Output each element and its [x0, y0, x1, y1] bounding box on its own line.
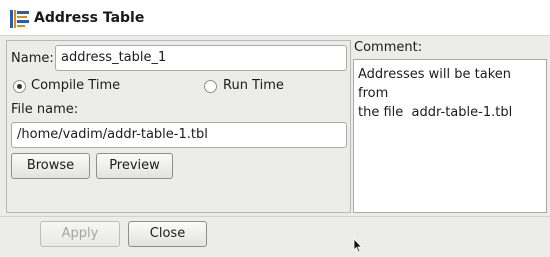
compile-time-label[interactable]: Compile Time	[31, 78, 120, 93]
radio-selected-dot	[17, 84, 22, 89]
preview-button[interactable]: Preview	[96, 153, 173, 179]
address-table-icon	[10, 10, 29, 28]
run-time-label[interactable]: Run Time	[223, 78, 284, 93]
file-name-input[interactable]: /home/vadim/addr-table-1.tbl	[11, 122, 347, 148]
mouse-cursor-icon	[353, 238, 363, 253]
comment-label: Comment:	[354, 40, 423, 55]
run-time-radio[interactable]	[204, 80, 217, 93]
footer-divider	[0, 216, 550, 217]
title-bar: Address Table	[0, 0, 550, 36]
compile-time-radio[interactable]	[13, 80, 26, 93]
name-label: Name:	[11, 51, 54, 66]
browse-button[interactable]: Browse	[11, 153, 90, 179]
dialog-title: Address Table	[34, 10, 145, 26]
address-table-dialog: Address Table Name: address_table_1 Comp…	[0, 0, 550, 257]
name-input[interactable]: address_table_1	[55, 45, 347, 71]
apply-button[interactable]: Apply	[40, 221, 120, 247]
file-name-label: File name:	[11, 102, 79, 117]
close-button[interactable]: Close	[128, 221, 207, 247]
comment-textarea[interactable]: Addresses will be taken from the file ad…	[353, 59, 547, 213]
